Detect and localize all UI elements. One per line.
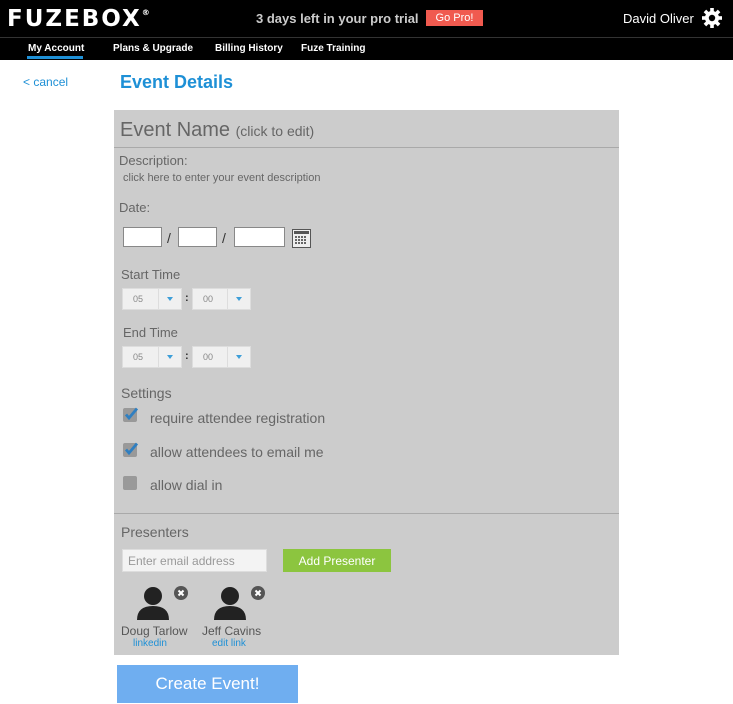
top-bar: FUZEBOX® 3 days left in your pro trial G… bbox=[0, 0, 733, 37]
divider bbox=[114, 147, 619, 148]
cancel-link[interactable]: < cancel bbox=[23, 75, 68, 89]
time-separator: : bbox=[185, 292, 189, 304]
end-minute-value: 00 bbox=[203, 352, 214, 362]
avatar-icon bbox=[214, 587, 246, 620]
event-name-text: Event Name bbox=[120, 119, 231, 141]
chevron-down-icon bbox=[227, 347, 250, 367]
setting-label-registration[interactable]: require attendee registration bbox=[150, 410, 325, 426]
date-label: Date: bbox=[119, 200, 151, 215]
end-hour-select[interactable]: 05 bbox=[122, 346, 182, 368]
event-name-hint: (click to edit) bbox=[235, 123, 315, 139]
chevron-down-icon bbox=[158, 347, 181, 367]
page-title: Event Details bbox=[120, 72, 234, 92]
create-event-button[interactable]: Create Event! bbox=[117, 665, 298, 703]
start-minute-select[interactable]: 00 bbox=[192, 288, 251, 310]
end-hour-value: 05 bbox=[133, 352, 144, 362]
calendar-icon[interactable] bbox=[292, 229, 311, 248]
date-month-input[interactable] bbox=[123, 227, 162, 247]
time-separator: : bbox=[185, 350, 189, 362]
fuzebox-logo[interactable]: FUZEBOX® bbox=[7, 6, 150, 32]
presenter-email-input[interactable] bbox=[122, 549, 267, 572]
gear-icon[interactable] bbox=[702, 8, 722, 28]
presenter-link[interactable]: edit link bbox=[212, 638, 246, 649]
end-time-label: End Time bbox=[123, 325, 178, 340]
user-name[interactable]: David Oliver bbox=[623, 11, 694, 26]
logo-trademark: ® bbox=[141, 8, 150, 17]
start-hour-select[interactable]: 05 bbox=[122, 288, 182, 310]
start-hour-value: 05 bbox=[133, 294, 144, 304]
checkbox-allow-dial-in[interactable] bbox=[123, 475, 138, 490]
date-year-input[interactable] bbox=[234, 227, 285, 247]
description-field[interactable]: click here to enter your event descripti… bbox=[123, 172, 321, 184]
nav-my-account[interactable]: My Account bbox=[28, 43, 84, 54]
go-pro-button[interactable]: Go Pro! bbox=[426, 10, 483, 26]
presenters-label: Presenters bbox=[121, 524, 189, 540]
description-label: Description: bbox=[119, 153, 188, 168]
account-nav: My Account Plans & Upgrade Billing Histo… bbox=[0, 37, 733, 60]
end-minute-select[interactable]: 00 bbox=[192, 346, 251, 368]
nav-plans-upgrade[interactable]: Plans & Upgrade bbox=[113, 43, 193, 54]
presenter-name: Doug Tarlow bbox=[121, 624, 188, 638]
active-tab-indicator bbox=[27, 56, 83, 59]
presenter-name: Jeff Cavins bbox=[202, 624, 262, 638]
chevron-down-icon bbox=[158, 289, 181, 309]
start-minute-value: 00 bbox=[203, 294, 214, 304]
divider bbox=[114, 513, 619, 514]
nav-fuze-training[interactable]: Fuze Training bbox=[301, 43, 365, 54]
close-icon[interactable] bbox=[251, 586, 265, 600]
avatar-icon bbox=[137, 587, 169, 620]
chevron-down-icon bbox=[227, 289, 250, 309]
date-separator: / bbox=[167, 230, 171, 246]
setting-label-email[interactable]: allow attendees to email me bbox=[150, 444, 324, 460]
logo-text: FUZEBOX bbox=[7, 6, 142, 32]
trial-notice: 3 days left in your pro trial bbox=[256, 11, 419, 26]
settings-label: Settings bbox=[121, 385, 172, 401]
event-details-panel: Event Name (click to edit) Description: … bbox=[114, 110, 619, 655]
nav-billing-history[interactable]: Billing History bbox=[215, 43, 283, 54]
presenter-link[interactable]: linkedin bbox=[133, 638, 167, 649]
close-icon[interactable] bbox=[174, 586, 188, 600]
date-day-input[interactable] bbox=[178, 227, 217, 247]
setting-label-dial-in[interactable]: allow dial in bbox=[150, 477, 222, 493]
start-time-label: Start Time bbox=[121, 267, 181, 282]
add-presenter-button[interactable]: Add Presenter bbox=[283, 549, 391, 572]
checkbox-require-registration[interactable] bbox=[123, 407, 138, 422]
checkbox-allow-email[interactable] bbox=[123, 442, 138, 457]
event-name-field[interactable]: Event Name (click to edit) bbox=[120, 119, 314, 142]
date-separator: / bbox=[222, 230, 226, 246]
